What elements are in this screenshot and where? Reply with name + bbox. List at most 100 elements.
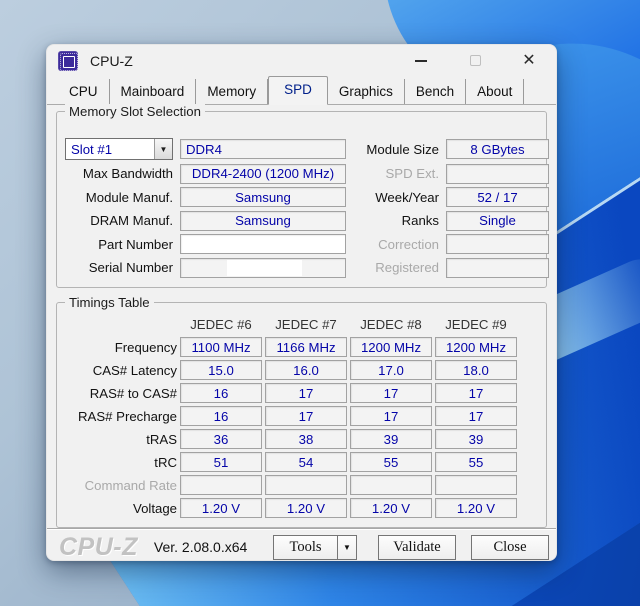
close-window-button[interactable]: Close	[471, 535, 549, 560]
table-cell: 16	[180, 383, 262, 403]
table-cell: 15.0	[180, 360, 262, 380]
command-rate-label: Command Rate	[65, 478, 177, 493]
window-title: CPU-Z	[90, 53, 133, 69]
ras-precharge-label: RAS# Precharge	[65, 409, 177, 424]
table-cell: 17	[265, 383, 347, 403]
memory-slot-grid: Slot #1 ▼ DDR4 Module Size 8 GBytes Max …	[57, 112, 546, 278]
table-cell: 1100 MHz	[180, 337, 262, 357]
close-button[interactable]: ✕	[520, 52, 538, 70]
footer-bar: CPU-Z Ver. 2.08.0.x64 Tools ▼ Validate C…	[47, 528, 556, 565]
close-icon: ✕	[522, 53, 535, 69]
tab-spd[interactable]: SPD	[268, 76, 328, 105]
tools-button-group: Tools ▼	[273, 535, 357, 560]
cas-latency-label: CAS# Latency	[65, 363, 177, 378]
version-text: Ver. 2.08.0.x64	[154, 539, 247, 555]
serial-number-label: Serial Number	[65, 260, 173, 275]
memory-slot-selection-group: Memory Slot Selection Slot #1 ▼ DDR4 Mod…	[56, 111, 547, 288]
table-cell	[350, 475, 432, 495]
column-header: JEDEC #6	[180, 317, 262, 334]
column-header: JEDEC #8	[350, 317, 432, 334]
timings-grid: JEDEC #6 JEDEC #7 JEDEC #8 JEDEC #9 Freq…	[57, 303, 546, 518]
table-cell: 1.20 V	[350, 498, 432, 518]
column-header: JEDEC #9	[435, 317, 517, 334]
module-manuf-label: Module Manuf.	[65, 190, 173, 205]
module-manuf-field: Samsung	[180, 187, 346, 207]
table-cell: 54	[265, 452, 347, 472]
table-cell: 17	[435, 383, 517, 403]
table-cell: 1.20 V	[435, 498, 517, 518]
slot-selector[interactable]: Slot #1 ▼	[65, 138, 173, 160]
table-cell: 55	[435, 452, 517, 472]
dram-manuf-label: DRAM Manuf.	[65, 213, 173, 228]
memory-type-field: DDR4	[180, 139, 346, 159]
tab-strip: CPU Mainboard Memory SPD Graphics Bench …	[47, 76, 556, 105]
table-cell: 16.0	[265, 360, 347, 380]
tools-button[interactable]: Tools	[273, 535, 337, 560]
max-bandwidth-label: Max Bandwidth	[65, 166, 173, 181]
part-number-label: Part Number	[65, 237, 173, 252]
voltage-label: Voltage	[65, 501, 177, 516]
group-legend: Memory Slot Selection	[65, 104, 205, 119]
correction-field	[446, 234, 549, 254]
table-cell: 18.0	[435, 360, 517, 380]
validate-button[interactable]: Validate	[378, 535, 456, 560]
chevron-down-icon[interactable]: ▼	[154, 139, 172, 159]
table-cell	[180, 475, 262, 495]
correction-label: Correction	[353, 237, 439, 252]
table-cell: 51	[180, 452, 262, 472]
table-cell: 1.20 V	[265, 498, 347, 518]
maximize-icon	[470, 55, 481, 66]
dram-manuf-field: Samsung	[180, 211, 346, 231]
table-cell: 39	[435, 429, 517, 449]
ras-to-cas-label: RAS# to CAS#	[65, 386, 177, 401]
week-year-field: 52 / 17	[446, 187, 549, 207]
table-cell: 1166 MHz	[265, 337, 347, 357]
table-cell: 17	[265, 406, 347, 426]
tab-graphics[interactable]: Graphics	[328, 79, 405, 104]
minimize-button[interactable]	[412, 52, 430, 70]
cpuz-logo: CPU-Z	[59, 533, 138, 562]
table-cell: 1.20 V	[180, 498, 262, 518]
table-cell: 17	[435, 406, 517, 426]
tab-cpu[interactable]: CPU	[58, 79, 110, 104]
tab-mainboard[interactable]: Mainboard	[110, 79, 197, 104]
table-cell: 38	[265, 429, 347, 449]
table-cell: 17	[350, 406, 432, 426]
max-bandwidth-field: DDR4-2400 (1200 MHz)	[180, 164, 346, 184]
table-cell: 1200 MHz	[350, 337, 432, 357]
group-legend: Timings Table	[65, 295, 154, 310]
table-cell: 17	[350, 383, 432, 403]
tools-dropdown-arrow[interactable]: ▼	[337, 535, 357, 560]
tab-about[interactable]: About	[466, 79, 524, 104]
table-cell: 17.0	[350, 360, 432, 380]
ranks-field: Single	[446, 211, 549, 231]
table-cell	[435, 475, 517, 495]
desktop: CPU-Z ✕ CPU Mainboard Memory SPD Graphic…	[0, 0, 640, 606]
registered-label: Registered	[353, 260, 439, 275]
tab-bench[interactable]: Bench	[405, 79, 466, 104]
spd-ext-field	[446, 164, 549, 184]
module-size-field: 8 GBytes	[446, 139, 549, 159]
maximize-button[interactable]	[466, 52, 484, 70]
titlebar: CPU-Z ✕	[47, 45, 556, 76]
table-cell: 39	[350, 429, 432, 449]
part-number-field	[180, 234, 346, 254]
serial-number-field	[180, 258, 346, 278]
redaction-block	[227, 260, 302, 276]
week-year-label: Week/Year	[353, 190, 439, 205]
slot-selector-value: Slot #1	[66, 139, 154, 159]
timings-table-group: Timings Table JEDEC #6 JEDEC #7 JEDEC #8…	[56, 302, 547, 528]
spd-ext-label: SPD Ext.	[353, 166, 439, 181]
column-header: JEDEC #7	[265, 317, 347, 334]
spd-page: Memory Slot Selection Slot #1 ▼ DDR4 Mod…	[47, 105, 556, 528]
table-cell	[265, 475, 347, 495]
module-size-label: Module Size	[353, 142, 439, 157]
ranks-label: Ranks	[353, 213, 439, 228]
window-controls: ✕	[412, 52, 544, 70]
table-cell: 1200 MHz	[435, 337, 517, 357]
trc-label: tRC	[65, 455, 177, 470]
cpuz-app-icon	[58, 51, 78, 71]
tab-memory[interactable]: Memory	[196, 79, 268, 104]
table-cell: 16	[180, 406, 262, 426]
tras-label: tRAS	[65, 432, 177, 447]
